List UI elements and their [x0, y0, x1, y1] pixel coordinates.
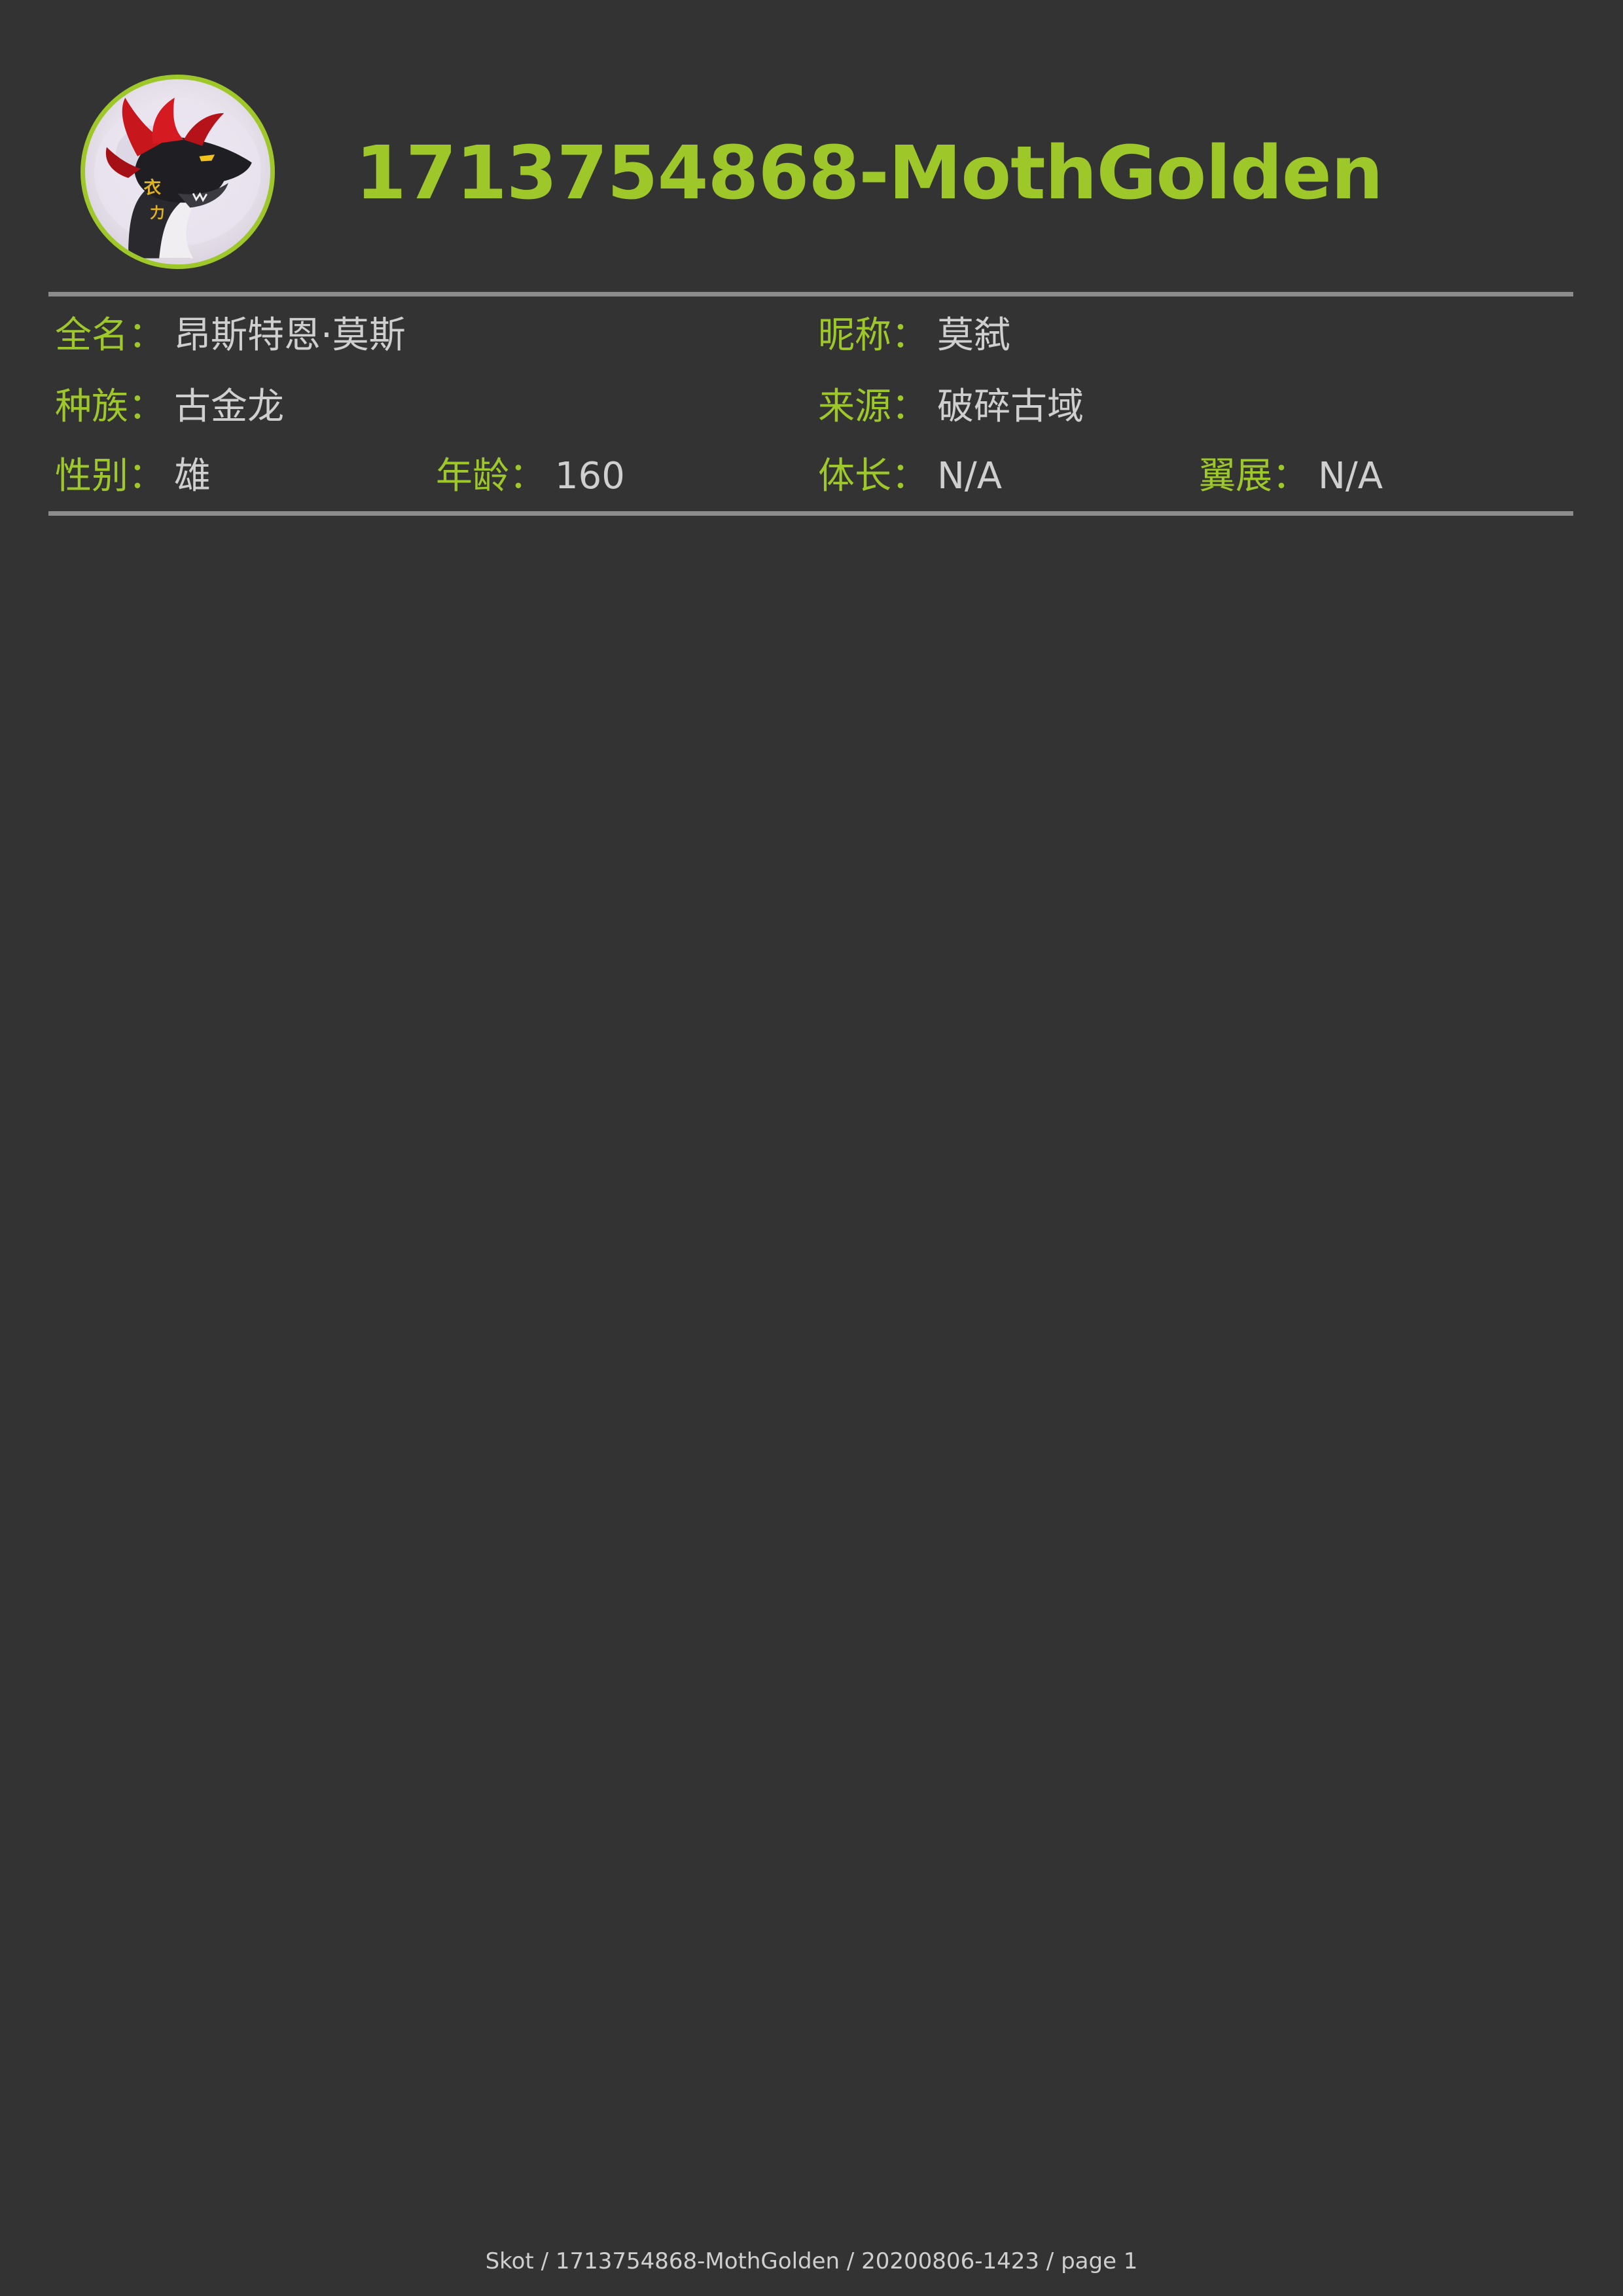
body-length-separator: ：: [891, 455, 928, 497]
species-field: 种族： 古金龙: [55, 381, 284, 433]
page-title: 1713754868-MothGolden: [355, 131, 1383, 216]
wingspan-separator: ：: [1272, 455, 1309, 497]
body-length-field: 体长： N/A: [818, 450, 1002, 503]
origin-field: 来源： 破碎古域: [818, 381, 1084, 433]
full-name-label: 全名: [55, 314, 128, 357]
full-name-value: 昂斯特恩·莫斯: [174, 314, 406, 357]
species-value: 古金龙: [174, 386, 284, 428]
nickname-value: 莫弑: [937, 314, 1010, 357]
species-separator: ：: [128, 386, 165, 428]
age-value: 160: [555, 455, 625, 497]
top-divider: [48, 292, 1573, 296]
full-name-field: 全名： 昂斯特恩·莫斯: [55, 310, 406, 362]
avatar: 衣 力: [80, 75, 275, 269]
origin-value: 破碎古域: [937, 386, 1084, 428]
bottom-divider: [48, 511, 1573, 516]
age-separator: ：: [509, 455, 546, 497]
nickname-separator: ：: [891, 314, 928, 357]
gender-separator: ：: [128, 455, 165, 497]
age-label: 年龄: [436, 455, 509, 497]
page-footer: Skot / 1713754868-MothGolden / 20200806-…: [485, 2248, 1138, 2274]
body-length-value: N/A: [937, 455, 1003, 497]
wingspan-field: 翼展： N/A: [1199, 450, 1383, 503]
nickname-field: 昵称： 莫弑: [818, 310, 1010, 362]
wingspan-value: N/A: [1318, 455, 1383, 497]
body-length-label: 体长: [818, 455, 891, 497]
svg-text:力: 力: [150, 205, 165, 222]
dragon-head-icon: 衣 力: [94, 98, 261, 259]
wingspan-label: 翼展: [1199, 455, 1272, 497]
full-name-separator: ：: [128, 314, 165, 357]
nickname-label: 昵称: [818, 314, 891, 357]
gender-field: 性别：雄: [55, 450, 211, 503]
svg-text:衣: 衣: [144, 178, 162, 198]
species-label: 种族: [55, 386, 128, 428]
origin-label: 来源: [818, 386, 891, 428]
gender-label: 性别: [55, 455, 128, 497]
origin-separator: ：: [891, 386, 928, 428]
gender-value: 雄: [174, 455, 211, 497]
age-field: 年龄： 160: [436, 450, 625, 503]
